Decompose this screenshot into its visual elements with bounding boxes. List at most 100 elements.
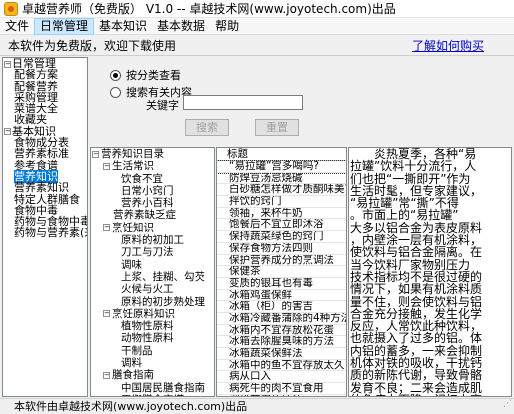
catalog-tree-item-label: 日常小窍门 — [121, 184, 174, 197]
article-list-row[interactable]: 病死牛的肉不宜食用 — [217, 383, 346, 395]
radio-browse-by-category[interactable] — [110, 69, 121, 81]
catalog-tree-item-label: 干制品 — [121, 344, 153, 357]
catalog-tree-item[interactable]: − 生活常识 — [91, 160, 214, 172]
catalog-tree-item-label: 植物性原料 — [121, 320, 174, 333]
catalog-tree-item[interactable]: 刀工与刀法 — [91, 246, 214, 258]
catalog-tree-item[interactable]: 营养小百科 — [91, 197, 214, 209]
article-content[interactable]: 炎热夏季，各种“易 拉罐”饮料十分流行，人 们也把“一撕即开”作为 生活时髦，但专家建… — [348, 147, 512, 397]
catalog-tree-item[interactable]: 原料的初步熟处理 — [91, 296, 214, 308]
info-bar: 本软件为免费版，欢迎下载使用 了解如何购买 — [0, 36, 514, 56]
collapse-toggle-icon[interactable]: − — [103, 162, 110, 170]
purchase-link[interactable]: 了解如何购买 — [412, 37, 484, 54]
article-list-row[interactable]: 冰箱鸡蛋保鲜 — [217, 290, 346, 302]
catalog-tree-item-label: 原料的初加工 — [121, 234, 184, 247]
catalog-tree-item-label: 刀工与刀法 — [121, 246, 174, 259]
collapse-toggle-icon[interactable]: − — [103, 310, 110, 318]
article-text-line: 拉罐”饮料十分流行，人 — [350, 159, 477, 174]
knowledge-catalog-tree[interactable]: − 营养知识目录 − 生活常识 饮食不宜 日常小窍门 营养小百科 营养素缺乏症 − 烹饪知识 原料的… — [90, 147, 215, 397]
catalog-tree-item[interactable]: 植物性原料 — [91, 320, 214, 332]
catalog-tree-item-label: 原料的初步熟处理 — [121, 295, 205, 308]
status-text: 本软件由卓越技术网(www.joyotech.com)出品 — [14, 400, 248, 413]
catalog-tree-item[interactable]: 调料 — [91, 357, 214, 369]
window-title: 卓越营养师（免费版） V1.0 -- 卓越技术网(www.joyotech.co… — [22, 2, 396, 16]
catalog-tree-item-label: 营养知识目录 — [101, 148, 164, 160]
catalog-tree-item[interactable]: 上浆、挂糊、勾芡 — [91, 271, 214, 283]
nav-tree-item-label: 药物与营养素(来 — [14, 226, 88, 240]
article-text-line: 也就摄入了过多的铝。体 — [350, 331, 483, 346]
keyword-label: 关键字 — [146, 99, 179, 112]
catalog-tree-item[interactable]: 调味 — [91, 259, 214, 271]
catalog-tree-item-label: 生活常识 — [112, 160, 154, 173]
article-text-line: 情况下，如果有机涂料质 — [350, 282, 483, 297]
article-list-row[interactable]: 拌饮的窍门 — [217, 196, 346, 208]
catalog-tree-item[interactable]: 平衡膳食宝塔 — [91, 394, 214, 396]
article-list-row[interactable]: 剥松花蛋的妙法 — [217, 395, 346, 396]
article-text-line: 质的新陈代谢，导致骨骼 — [350, 368, 483, 383]
browse-by-category-label: 按分类查看 — [126, 69, 181, 82]
article-list-row[interactable]: 冰箱去除腥臭味的方法 — [217, 336, 346, 348]
catalog-tree-item[interactable]: 饮食不宜 — [91, 173, 214, 185]
article-list-row[interactable]: 饱餐后不宜立即沐浴 — [217, 219, 346, 232]
nav-tree-item[interactable]: 药物与营养素(来 — [3, 227, 87, 238]
article-text-line: 体免疫力下降，记忆力衰 — [350, 394, 511, 396]
catalog-tree-item-label: 中国居民膳食指南 — [121, 381, 205, 394]
article-list-row[interactable]: 保持蔬菜绿色的窍门 — [217, 231, 346, 243]
article-list-row[interactable]: 冰箱冷藏番蒲除的4种方法 — [217, 313, 346, 325]
catalog-tree-item[interactable]: 火候与火工 — [91, 283, 214, 295]
catalog-tree-item-label: 营养素缺乏症 — [113, 209, 176, 222]
catalog-tree-item[interactable]: − 膳食指南 — [91, 369, 214, 381]
article-text-line: 量不住，则会使饮料与铝 — [350, 294, 483, 309]
article-list-row[interactable]: 冰箱中的鱼不宜存放太久 — [217, 360, 346, 372]
catalog-tree-item-label: 烹饪知识 — [112, 221, 154, 234]
menu-help[interactable]: 帮助 — [210, 18, 244, 35]
catalog-tree-item-label: 调味 — [121, 258, 142, 271]
article-list-row[interactable]: 白砂糖怎样做才质酮味美? — [217, 184, 346, 197]
collapse-toggle-icon[interactable]: − — [4, 60, 11, 68]
navigation-tree[interactable]: −日常管理 配餐方案 配餐营养 采购管理 菜谱大全 收藏夹 −基本知识 食物成分表 营养素标准参… — [2, 57, 88, 397]
menu-daily-management[interactable]: 日常管理 — [34, 17, 95, 35]
article-list-row[interactable]: 病从口入 — [217, 371, 346, 384]
search-button[interactable]: 搜索 — [185, 119, 229, 136]
catalog-tree-item[interactable]: − 烹饪知识 — [91, 222, 214, 234]
catalog-tree-item[interactable]: − 烹饪原料知识 — [91, 308, 214, 320]
free-version-notice: 本软件为免费版，欢迎下载使用 — [8, 39, 177, 53]
article-list-row[interactable]: 变质的银耳也有毒 — [217, 278, 346, 290]
catalog-tree-item-label: 平衡膳食宝塔 — [121, 394, 184, 396]
reset-button[interactable]: 重置 — [255, 119, 299, 136]
catalog-tree-item[interactable]: 营养素缺乏症 — [91, 209, 214, 221]
article-list-row[interactable]: “易拉罐”宫多喝吗? — [217, 160, 346, 174]
article-list-row[interactable]: 冰箱内不宜存放松花蛋 — [217, 325, 346, 337]
catalog-tree-item[interactable]: 原料的初加工 — [91, 234, 214, 246]
article-list[interactable]: 标题 “易拉罐”宫多喝吗? 防焊豆汤忌烧碱 白砂糖怎样做才质酮味美? 拌饮的窍门 领袖，… — [216, 147, 347, 397]
catalog-tree-item[interactable]: 中国居民膳食指南 — [91, 382, 214, 394]
keyword-input[interactable] — [183, 95, 303, 110]
article-list-row[interactable]: 冰箱（柜）的害吉 — [217, 301, 346, 313]
article-text-line: 。市面上的“易拉罐” — [350, 208, 459, 223]
catalog-tree-item-label: 火候与火工 — [121, 283, 174, 296]
resize-grip-icon[interactable]: ⋰ — [503, 397, 512, 412]
article-list-row[interactable]: 冰箱蔬菜保鲜法 — [217, 348, 346, 360]
app-logo-icon — [4, 1, 18, 16]
collapse-toggle-icon[interactable]: − — [92, 150, 99, 158]
article-list-row[interactable]: 领袖，来杯牛奶 — [217, 208, 346, 220]
radio-search-content[interactable] — [110, 86, 121, 98]
article-list-row[interactable]: 保护营养成分的烹调法 — [217, 255, 346, 267]
article-list-row[interactable]: 保存食物方法四则 — [217, 243, 346, 255]
status-bar: 本软件由卓越技术网(www.joyotech.com)出品 ⋰ — [0, 398, 514, 413]
menu-bar: 文件 日常管理 基本知识 基本数据 帮助 — [0, 17, 514, 35]
collapse-toggle-icon[interactable]: − — [103, 371, 110, 379]
browse-by-category-option[interactable]: 按分类查看 — [110, 67, 181, 83]
collapse-toggle-icon[interactable]: − — [103, 224, 110, 232]
catalog-tree-item-label: 动物性原料 — [121, 332, 174, 345]
catalog-tree-item[interactable]: − 营养知识目录 — [91, 148, 214, 160]
menu-basic-knowledge[interactable]: 基本知识 — [94, 18, 152, 35]
article-list-row[interactable]: 保健茶 — [217, 266, 346, 278]
list-header-title[interactable]: 标题 — [217, 148, 346, 161]
collapse-toggle-icon[interactable]: − — [4, 128, 11, 136]
catalog-tree-item[interactable]: 日常小窍门 — [91, 185, 214, 197]
menu-basic-data[interactable]: 基本数据 — [152, 18, 210, 35]
menu-file[interactable]: 文件 — [0, 18, 34, 35]
catalog-tree-item[interactable]: 干制品 — [91, 345, 214, 357]
article-list-row[interactable]: 防焊豆汤忌烧碱 — [217, 173, 346, 185]
catalog-tree-item[interactable]: 动物性原料 — [91, 332, 214, 344]
